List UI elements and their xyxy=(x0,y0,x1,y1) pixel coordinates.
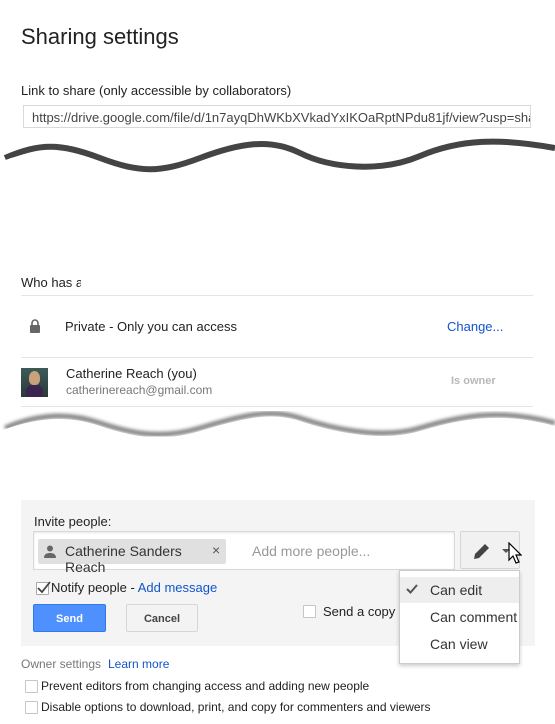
lock-icon xyxy=(30,319,40,333)
access-private-label: Private - Only you can access xyxy=(65,319,237,334)
torn-edge-divider xyxy=(0,138,555,173)
add-message-link[interactable]: Add message xyxy=(138,580,218,595)
share-link-input[interactable]: https://drive.google.com/file/d/1n7ayqDh… xyxy=(23,105,531,128)
menu-item-can-edit[interactable]: Can edit xyxy=(400,577,519,603)
person-icon xyxy=(44,545,56,558)
send-copy-label: Send a copy xyxy=(323,604,396,619)
send-copy-checkbox[interactable] xyxy=(303,605,316,618)
owner-role: Is owner xyxy=(451,375,496,387)
permission-menu: Can edit Can comment Can view xyxy=(399,570,520,664)
cancel-button[interactable]: Cancel xyxy=(126,604,198,632)
disable-download-checkbox[interactable] xyxy=(25,701,38,714)
check-icon xyxy=(406,584,418,594)
check-icon xyxy=(37,581,51,594)
dialog-title: Sharing settings xyxy=(21,24,179,49)
owner-name: Catherine Reach (you) xyxy=(66,366,197,381)
mouse-cursor-icon xyxy=(508,542,522,564)
notify-checkbox[interactable] xyxy=(36,581,51,595)
notify-label: Notify people - xyxy=(51,580,138,595)
divider xyxy=(21,295,533,296)
disable-download-label: Disable options to download, print, and … xyxy=(41,700,431,714)
pencil-icon xyxy=(474,544,489,559)
link-label: Link to share (only accessible by collab… xyxy=(21,83,292,98)
owner-settings-label: Owner settings xyxy=(21,657,102,671)
divider xyxy=(21,357,533,358)
change-access-link[interactable]: Change... xyxy=(447,319,503,334)
menu-item-label: Can comment xyxy=(430,609,518,625)
chip-name: Catherine Sanders Reach xyxy=(65,543,182,575)
owner-email: catherinereach@gmail.com xyxy=(66,383,213,397)
avatar xyxy=(21,368,48,397)
send-button[interactable]: Send xyxy=(33,604,106,632)
invite-label: Invite people: xyxy=(34,514,112,529)
menu-item-can-comment[interactable]: Can comment xyxy=(400,604,519,630)
access-heading: Who has a xyxy=(21,275,81,290)
recipient-chip: Catherine Sanders Reach × xyxy=(38,539,226,575)
menu-item-can-view[interactable]: Can view xyxy=(400,631,519,657)
learn-more-link[interactable]: Learn more xyxy=(108,657,169,671)
divider xyxy=(21,406,533,407)
add-people-placeholder: Add more people... xyxy=(252,543,371,559)
menu-item-label: Can view xyxy=(430,636,488,652)
notify-row: Notify people - Add message xyxy=(51,580,217,595)
remove-chip-icon[interactable]: × xyxy=(212,542,220,558)
prevent-editors-label: Prevent editors from changing access and… xyxy=(41,679,370,693)
prevent-editors-checkbox[interactable] xyxy=(25,680,38,693)
torn-edge-divider xyxy=(0,411,555,453)
menu-item-label: Can edit xyxy=(430,582,483,598)
